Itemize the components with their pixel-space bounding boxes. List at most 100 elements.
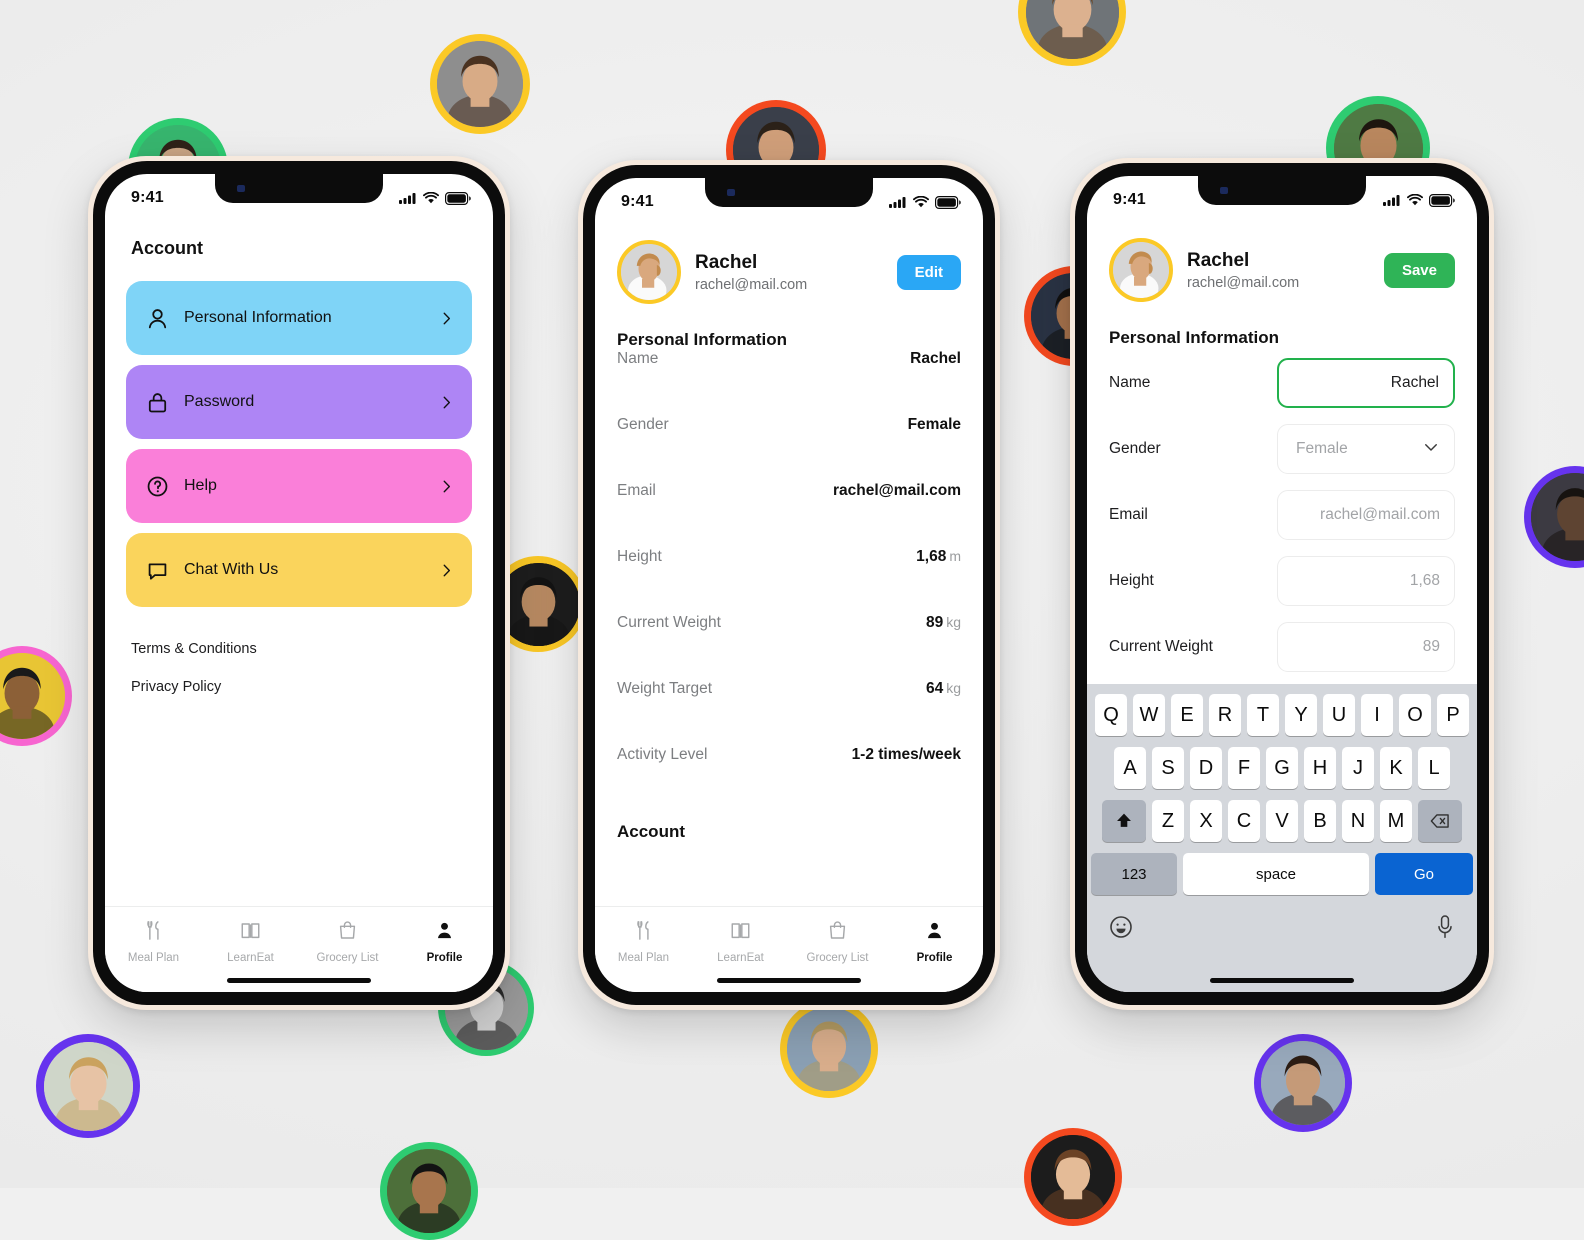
info-value: rachel@mail.com: [833, 482, 961, 499]
key-j[interactable]: J: [1342, 747, 1374, 789]
shopping-bag-icon: [826, 919, 849, 947]
key-q[interactable]: Q: [1095, 694, 1127, 736]
key-b[interactable]: B: [1304, 800, 1336, 842]
chevron-down-icon: [1422, 438, 1440, 461]
key-u[interactable]: U: [1323, 694, 1355, 736]
open-book-icon: [729, 919, 752, 947]
key-f[interactable]: F: [1228, 747, 1260, 789]
go-key[interactable]: Go: [1375, 853, 1473, 895]
avatar-bottom-yellow: [780, 1000, 878, 1098]
info-row: Weight Target 64 kg: [617, 680, 961, 746]
microphone-icon[interactable]: [1435, 914, 1455, 945]
key-l[interactable]: L: [1418, 747, 1450, 789]
key-x[interactable]: X: [1190, 800, 1222, 842]
info-value-group: 64 kg: [926, 680, 961, 698]
gender-select[interactable]: Female: [1277, 424, 1455, 474]
wifi-icon: [423, 192, 439, 204]
account-menu-item-password[interactable]: Password: [126, 365, 472, 439]
key-a[interactable]: A: [1114, 747, 1146, 789]
fork-knife-icon: [632, 919, 655, 947]
edit-button[interactable]: Edit: [896, 254, 961, 290]
form-label: Current Weight: [1109, 638, 1213, 655]
key-o[interactable]: O: [1399, 694, 1431, 736]
key-n[interactable]: N: [1342, 800, 1374, 842]
save-button[interactable]: Save: [1383, 252, 1455, 288]
email-input[interactable]: rachel@mail.com: [1277, 490, 1455, 540]
front-camera: [727, 189, 735, 196]
tab-label: LearnEat: [227, 952, 274, 964]
key-r[interactable]: R: [1209, 694, 1241, 736]
key-e[interactable]: E: [1171, 694, 1203, 736]
legal-link-privacy[interactable]: Privacy Policy: [131, 679, 467, 695]
height-input[interactable]: 1,68: [1277, 556, 1455, 606]
signal-bars-icon: [1383, 195, 1400, 206]
key-d[interactable]: D: [1190, 747, 1222, 789]
key-k[interactable]: K: [1380, 747, 1412, 789]
keyboard-row-3: ZXCVBNM: [1087, 800, 1477, 842]
shift-key[interactable]: [1102, 800, 1146, 842]
account-menu-item-help[interactable]: Help: [126, 449, 472, 523]
info-label: Weight Target: [617, 680, 713, 697]
current-weight-input[interactable]: 89: [1277, 622, 1455, 672]
info-unit: kg: [946, 614, 961, 630]
question-circle-icon: [144, 473, 170, 499]
info-unit: m: [949, 548, 961, 564]
tab-label: Grocery List: [806, 952, 869, 964]
account-menu-item-chat-with-us[interactable]: Chat With Us: [126, 533, 472, 607]
chevron-right-icon: [438, 478, 454, 494]
info-value: 1,68: [916, 548, 947, 565]
chevron-right-icon: [438, 394, 454, 410]
on-screen-keyboard: QWERTYUIOP ASDFGHJKL ZXCVBNM 123 space G…: [1087, 684, 1477, 992]
signal-bars-icon: [399, 193, 416, 204]
wifi-icon: [1407, 194, 1423, 206]
info-row: Gender Female: [617, 416, 961, 482]
info-label: Gender: [617, 416, 669, 433]
battery-icon: [935, 195, 961, 209]
tab-profile[interactable]: Profile: [396, 919, 493, 964]
tab-meal-plan[interactable]: Meal Plan: [595, 919, 692, 964]
key-m[interactable]: M: [1380, 800, 1412, 842]
info-value-group: rachel@mail.com: [833, 482, 961, 500]
personal-information-list: Name Rachel Gender Female Email rachel@mai…: [595, 350, 983, 812]
key-s[interactable]: S: [1152, 747, 1184, 789]
key-i[interactable]: I: [1361, 694, 1393, 736]
avatar[interactable]: [617, 240, 681, 304]
avatar-photo: [1531, 473, 1584, 561]
chat-bubble-icon: [144, 557, 170, 583]
key-y[interactable]: Y: [1285, 694, 1317, 736]
key-c[interactable]: C: [1228, 800, 1260, 842]
info-value-group: 1-2 times/week: [852, 746, 961, 764]
tab-grocery-list[interactable]: Grocery List: [789, 919, 886, 964]
backspace-key[interactable]: [1418, 800, 1462, 842]
tab-learneat[interactable]: LearnEat: [202, 919, 299, 964]
info-label: Current Weight: [617, 614, 721, 631]
key-z[interactable]: Z: [1152, 800, 1184, 842]
phone-profile-view: 9:41 Rachel rachel@mail.com Edit Persona…: [578, 160, 1000, 1010]
form-label: Height: [1109, 572, 1154, 589]
legal-link-terms[interactable]: Terms & Conditions: [131, 641, 467, 657]
key-t[interactable]: T: [1247, 694, 1279, 736]
avatar[interactable]: [1109, 238, 1173, 302]
emoji-smiley-icon[interactable]: [1109, 915, 1133, 944]
tab-meal-plan[interactable]: Meal Plan: [105, 919, 202, 964]
home-indicator: [717, 978, 861, 983]
person-icon: [923, 919, 946, 947]
tab-learneat[interactable]: LearnEat: [692, 919, 789, 964]
key-h[interactable]: H: [1304, 747, 1336, 789]
info-value-group: Rachel: [910, 350, 961, 368]
tab-profile[interactable]: Profile: [886, 919, 983, 964]
name-input[interactable]: Rachel: [1277, 358, 1455, 408]
avatar-photo: [1113, 242, 1169, 298]
account-menu-list: Personal Information Password Help Chat …: [105, 259, 493, 607]
info-label: Email: [617, 482, 656, 499]
key-p[interactable]: P: [1437, 694, 1469, 736]
space-key[interactable]: space: [1183, 853, 1369, 895]
account-menu-item-personal-information[interactable]: Personal Information: [126, 281, 472, 355]
tab-grocery-list[interactable]: Grocery List: [299, 919, 396, 964]
numbers-key[interactable]: 123: [1091, 853, 1177, 895]
key-v[interactable]: V: [1266, 800, 1298, 842]
key-g[interactable]: G: [1266, 747, 1298, 789]
key-w[interactable]: W: [1133, 694, 1165, 736]
avatar-photo: [1026, 0, 1119, 59]
profile-header: Rachel rachel@mail.com Save: [1087, 218, 1477, 302]
